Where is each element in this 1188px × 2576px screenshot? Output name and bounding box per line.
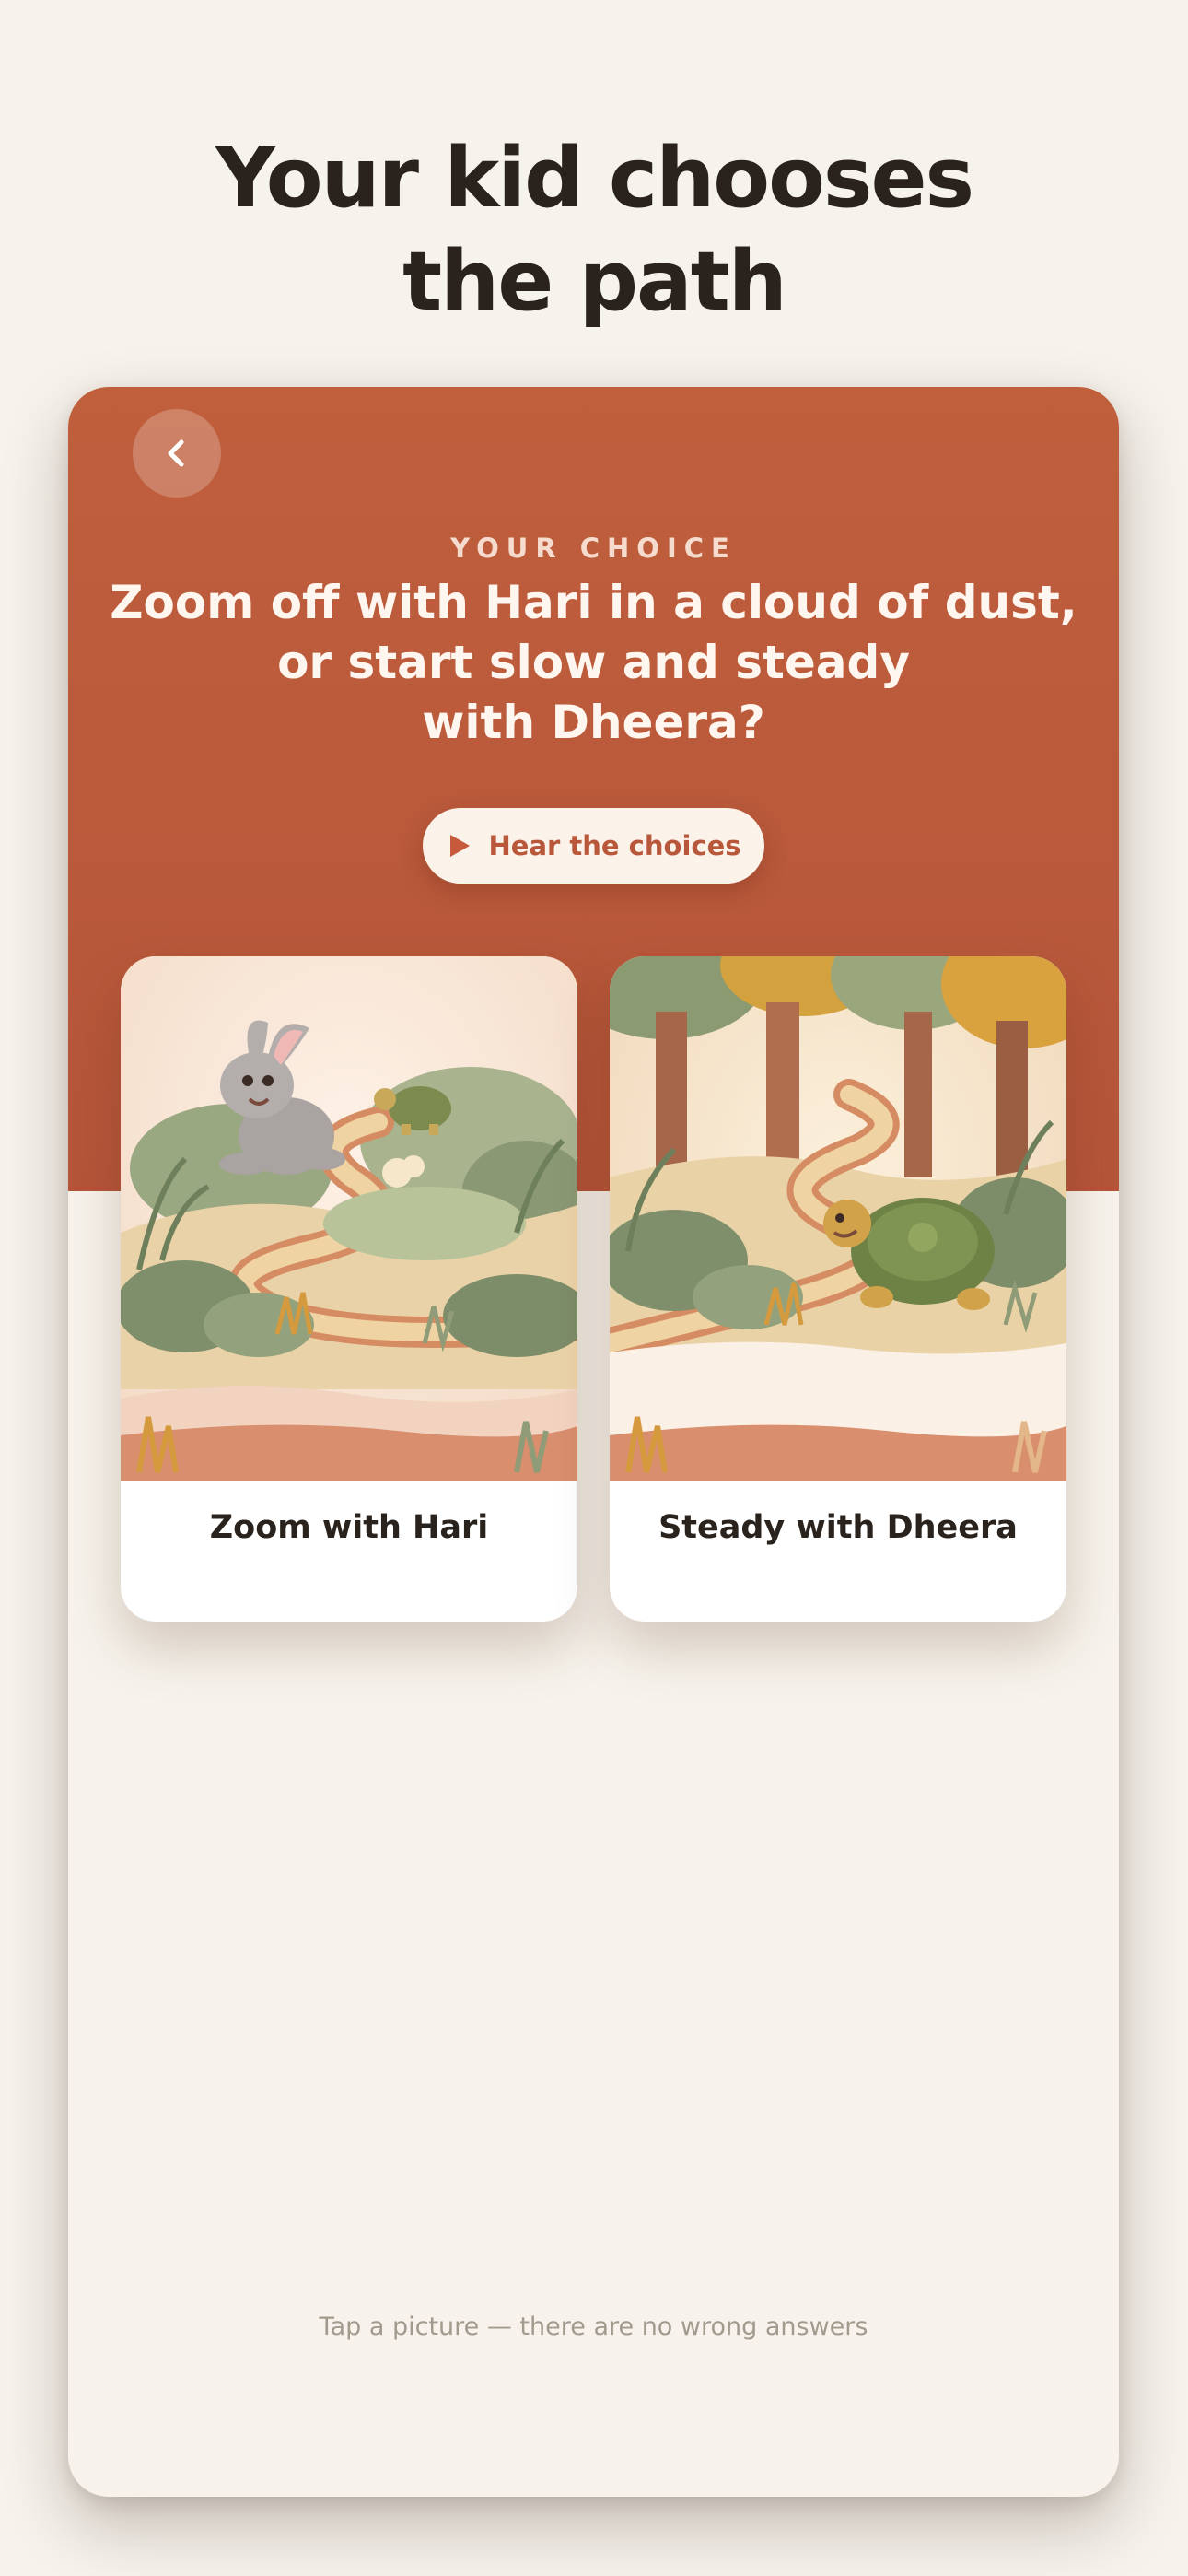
choice-card-dheera[interactable]: Steady with Dheera	[610, 956, 1066, 1622]
rabbit-illustration[interactable]	[121, 956, 577, 1481]
choice-question: Zoom off with Hari in a cloud of dust, o…	[105, 573, 1082, 753]
headline-line-2: the path	[402, 233, 787, 330]
tortoise-illustration[interactable]	[610, 956, 1066, 1481]
eyebrow-label: YOUR CHOICE	[450, 533, 737, 564]
question-line-2: or start slow and steady	[277, 636, 910, 689]
choice-label-hari: Zoom with Hari	[209, 1509, 489, 1546]
hear-choices-label: Hear the choices	[488, 830, 741, 861]
headline-line-1: Your kid chooses	[215, 130, 974, 227]
chevron-left-icon	[168, 439, 184, 467]
page-headline: Your kid chooses the path	[0, 127, 1188, 334]
question-line-3: with Dheera?	[422, 696, 765, 749]
hint-text: Tap a picture — there are no wrong answe…	[319, 2313, 868, 2341]
question-line-1: Zoom off with Hari in a cloud of dust,	[110, 576, 1077, 629]
choice-card-hari[interactable]: Zoom with Hari	[121, 956, 577, 1622]
choice-label-dheera: Steady with Dheera	[658, 1509, 1018, 1546]
play-icon	[449, 835, 470, 857]
app-screen: YOUR CHOICE Zoom off with Hari in a clou…	[68, 387, 1119, 2497]
back-button[interactable]	[133, 409, 221, 498]
hear-choices-button[interactable]: Hear the choices	[423, 808, 764, 884]
